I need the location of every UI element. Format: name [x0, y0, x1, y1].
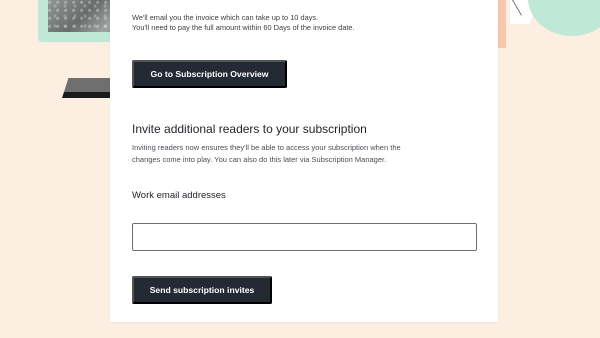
decorative-peach-strip [498, 0, 506, 48]
work-email-addresses-input[interactable] [132, 223, 477, 251]
work-email-addresses-label: Work email addresses [132, 190, 226, 201]
invoice-note: We'll email you the invoice which can ta… [132, 13, 472, 33]
send-subscription-invites-button[interactable]: Send subscription invites [132, 276, 272, 304]
invite-description-line-1: Inviting readers now ensures they'll be … [132, 143, 401, 152]
invite-description-line-2: changes come into play. You can also do … [132, 155, 387, 164]
decorative-white-shape [510, 0, 538, 24]
invoice-invite-card: We'll email you the invoice which can ta… [110, 0, 498, 322]
invite-readers-description: Inviting readers now ensures they'll be … [132, 142, 482, 166]
invoice-note-line-2: You'll need to pay the full amount withi… [132, 23, 355, 32]
go-to-subscription-overview-button[interactable]: Go to Subscription Overview [132, 60, 287, 88]
decorative-mint-circle [528, 0, 600, 36]
invoice-note-line-1: We'll email you the invoice which can ta… [132, 13, 319, 22]
decorative-line [512, 0, 522, 16]
invite-readers-heading: Invite additional readers to your subscr… [132, 121, 367, 136]
